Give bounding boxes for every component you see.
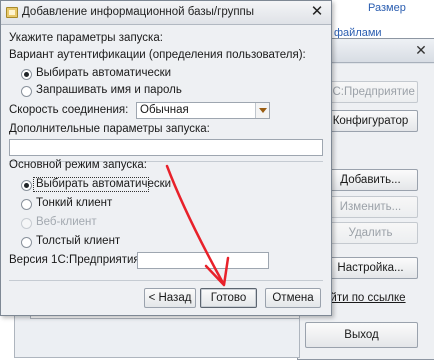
mode-thick-label[interactable]: Толстый клиент <box>36 235 120 247</box>
chevron-down-icon[interactable] <box>255 103 269 118</box>
mode-web-label[interactable]: Веб-клиент <box>36 216 97 228</box>
speed-label: Скорость соединения: <box>9 104 129 116</box>
close-icon[interactable]: ✕ <box>410 43 432 58</box>
back-button[interactable]: < Назад <box>144 288 196 308</box>
launch-params-heading: Укажите параметры запуска: <box>9 32 163 44</box>
cancel-button[interactable]: Отмена <box>265 288 321 308</box>
mode-thick-radio[interactable] <box>21 237 32 248</box>
auth-auto-radio[interactable] <box>21 69 32 80</box>
configurator-button[interactable]: Конфигуратор <box>323 110 418 132</box>
mode-thin-label[interactable]: Тонкий клиент <box>36 197 112 209</box>
follow-link[interactable]: ейти по ссылке <box>324 292 406 304</box>
list-panel-bottom <box>14 313 300 358</box>
launch-mode-label: Основной режим запуска: <box>9 159 147 171</box>
delete-button[interactable]: Удалить <box>323 222 418 244</box>
extra-params-label: Дополнительные параметры запуска: <box>9 123 210 135</box>
add-infobase-dialog: Добавление информационной базы/группы ✕ … <box>0 0 332 316</box>
change-button[interactable]: Изменить... <box>323 196 418 218</box>
auth-password-radio[interactable] <box>21 86 32 97</box>
mode-thin-radio[interactable] <box>21 199 32 210</box>
auth-password-label[interactable]: Запрашивать имя и пароль <box>36 84 182 96</box>
mode-auto-label[interactable]: Выбирать автоматически <box>36 178 171 190</box>
infobase-icon <box>6 7 18 18</box>
extra-params-input[interactable] <box>9 139 323 156</box>
add-button[interactable]: Добавить... <box>323 169 418 191</box>
version-input[interactable] <box>137 252 269 269</box>
enterprise-button[interactable]: 1С:Предприятие <box>323 81 418 103</box>
auth-label: Вариант аутентификации (определения поль… <box>9 49 306 61</box>
speed-select[interactable]: Обычная <box>136 102 270 119</box>
mode-auto-radio[interactable] <box>21 180 32 191</box>
mode-web-radio[interactable] <box>21 218 32 229</box>
exit-button[interactable]: Выход <box>305 322 418 348</box>
separator <box>9 280 323 281</box>
done-button[interactable]: Готово <box>200 288 257 308</box>
settings-button[interactable]: Настройка... <box>323 257 418 279</box>
speed-value: Обычная <box>140 104 189 116</box>
close-icon[interactable]: ✕ <box>309 3 325 21</box>
dialog-titlebar: Добавление информационной базы/группы ✕ <box>1 1 331 25</box>
auth-auto-label[interactable]: Выбирать автоматически <box>36 67 171 79</box>
size-link[interactable]: Размер <box>368 2 406 14</box>
version-label: Версия 1С:Предприятия: <box>9 254 143 266</box>
dialog-title: Добавление информационной базы/группы <box>22 6 255 18</box>
